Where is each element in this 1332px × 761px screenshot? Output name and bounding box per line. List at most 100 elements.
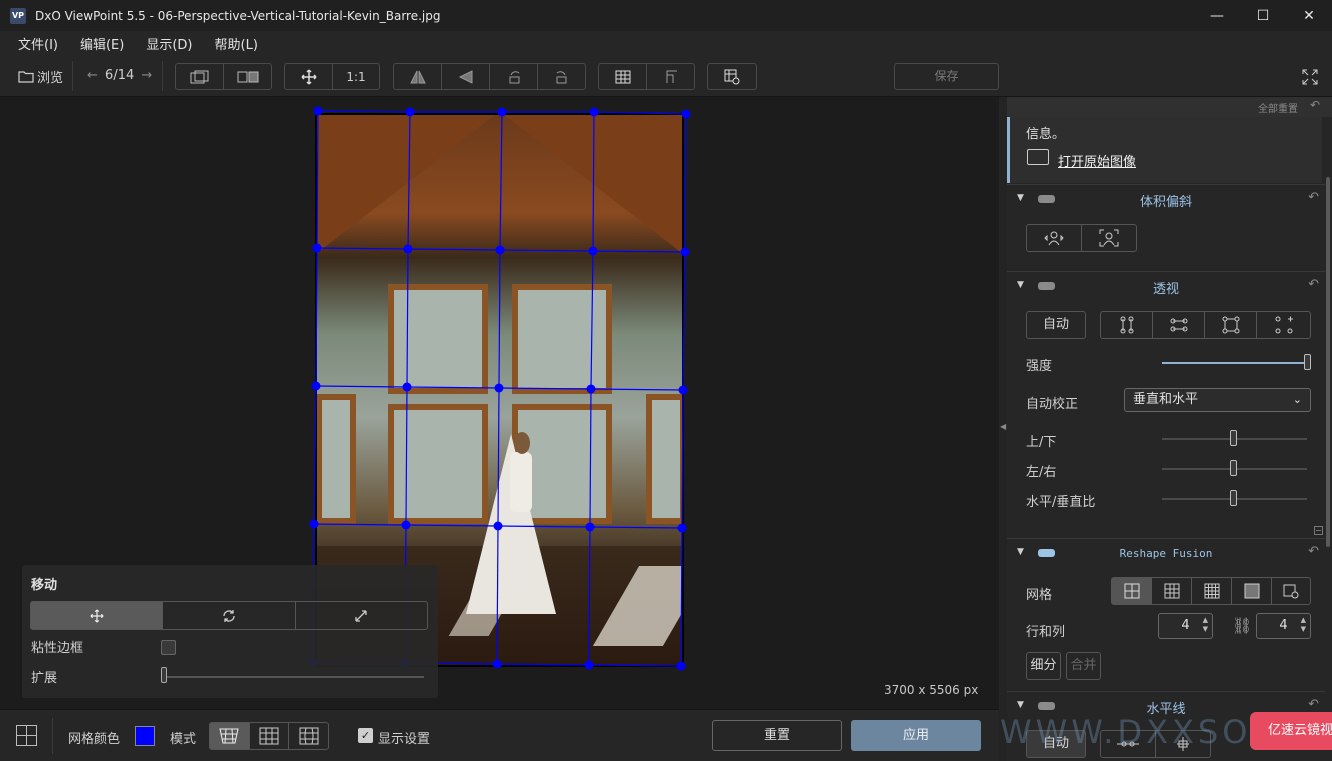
spinner-arrows-icon[interactable]: ▲ ▼ <box>1301 616 1306 634</box>
grid-toggle-button[interactable] <box>599 64 647 89</box>
perspective-8point-button[interactable] <box>1257 312 1310 338</box>
prev-image-icon[interactable]: ← <box>87 68 98 83</box>
open-original-link[interactable]: 打开原始图像 <box>1058 151 1136 170</box>
browse-button[interactable]: 浏览 <box>18 67 63 86</box>
mesh-control-point[interactable] <box>313 106 323 116</box>
grid-mode-regular[interactable] <box>250 723 290 749</box>
grid-4x4-button[interactable] <box>1192 578 1232 604</box>
mesh-control-point[interactable] <box>403 244 413 254</box>
mesh-control-point[interactable] <box>402 382 412 392</box>
pan-move-button[interactable] <box>285 64 333 89</box>
subdivide-button[interactable]: 细分 <box>1026 652 1061 680</box>
save-button[interactable]: 保存 <box>894 63 999 90</box>
mesh-control-point[interactable] <box>495 245 505 255</box>
section-reset-icon[interactable]: ↶ <box>1308 544 1319 559</box>
grid-mode-curved[interactable] <box>289 723 328 749</box>
mesh-control-point[interactable] <box>312 243 322 253</box>
expand-slider-handle[interactable] <box>161 667 167 683</box>
menu-help[interactable]: 帮助(L) <box>215 34 258 53</box>
rotate-left-button[interactable] <box>490 64 538 89</box>
section-header[interactable]: ▼ 体积偏斜 ↶ <box>1007 184 1325 212</box>
strength-slider-track[interactable] <box>1162 362 1305 364</box>
move-mode-translate[interactable] <box>31 602 164 629</box>
reset-all-button[interactable]: 全部重置 <box>1258 100 1298 115</box>
perspective-vertical-button[interactable] <box>1101 312 1153 338</box>
mesh-control-point[interactable] <box>497 107 507 117</box>
minimize-button[interactable]: — <box>1194 0 1240 31</box>
sticky-border-checkbox[interactable] <box>161 640 176 655</box>
mesh-control-point[interactable] <box>493 521 503 531</box>
left-right-slider-handle[interactable] <box>1230 460 1237 476</box>
mesh-control-point[interactable] <box>681 109 691 119</box>
mesh-control-point[interactable] <box>492 659 502 669</box>
next-image-icon[interactable]: → <box>141 68 152 83</box>
perspective-rectangle-button[interactable] <box>1205 312 1257 338</box>
section-reset-icon[interactable]: ↶ <box>1308 190 1319 205</box>
reset-button[interactable]: 重置 <box>712 720 842 751</box>
mesh-control-point[interactable] <box>494 383 504 393</box>
mesh-control-point[interactable] <box>586 384 596 394</box>
cols-input[interactable]: 4 ▲ ▼ <box>1256 613 1311 639</box>
compare-before-after-button[interactable] <box>176 64 224 89</box>
mesh-control-point[interactable] <box>401 520 411 530</box>
collapse-minus-icon[interactable]: − <box>1314 526 1323 535</box>
volume-portrait-button[interactable] <box>1082 225 1136 251</box>
undo-icon[interactable]: ↶ <box>1310 98 1320 112</box>
section-header[interactable]: ▼ 透视 ↶ <box>1007 271 1325 299</box>
rows-input[interactable]: 4 ▲ ▼ <box>1158 613 1213 639</box>
grid-3x3-button[interactable] <box>1152 578 1192 604</box>
mesh-control-point[interactable] <box>678 385 688 395</box>
section-header[interactable]: ▼ Reshape Fusion ↶ <box>1007 538 1325 566</box>
flip-horizontal-button[interactable] <box>394 64 442 89</box>
mesh-control-point[interactable] <box>676 661 686 671</box>
mesh-control-point[interactable] <box>589 107 599 117</box>
move-mode-scale[interactable] <box>296 602 427 629</box>
auto-correct-select[interactable]: 垂直和水平 ⌄ <box>1124 388 1311 412</box>
flip-vertical-button[interactable] <box>442 64 490 89</box>
menu-file[interactable]: 文件(I) <box>18 34 58 53</box>
apply-button[interactable]: 应用 <box>851 720 981 751</box>
crop-button[interactable] <box>647 64 694 89</box>
mesh-control-point[interactable] <box>585 522 595 532</box>
up-down-slider-handle[interactable] <box>1230 430 1237 446</box>
menu-view[interactable]: 显示(D) <box>146 34 192 53</box>
mesh-control-point[interactable] <box>311 381 321 391</box>
section-reset-icon[interactable]: ↶ <box>1308 697 1319 712</box>
rotate-right-button[interactable] <box>538 64 585 89</box>
export-settings-button[interactable] <box>708 64 756 89</box>
grid-custom-button[interactable] <box>1272 578 1310 604</box>
mesh-control-point[interactable] <box>677 523 687 533</box>
merge-button[interactable]: 合并 <box>1066 652 1101 680</box>
fullscreen-icon[interactable] <box>1302 69 1318 89</box>
mesh-control-point[interactable] <box>405 107 415 117</box>
move-mode-rotate[interactable] <box>163 602 296 629</box>
perspective-horizontal-button[interactable] <box>1153 312 1205 338</box>
grid-mode-perspective[interactable] <box>210 723 250 749</box>
link-chain-icon[interactable]: ⛓ <box>1232 616 1252 635</box>
grid-color-swatch[interactable] <box>135 726 155 746</box>
grid-toggle-icon[interactable] <box>16 725 37 746</box>
spinner-arrows-icon[interactable]: ▲ ▼ <box>1203 616 1208 634</box>
grid-none-button[interactable] <box>1232 578 1272 604</box>
show-settings-checkbox[interactable]: ✓ <box>358 728 373 743</box>
mesh-control-point[interactable] <box>680 247 690 257</box>
menu-edit[interactable]: 编辑(E) <box>80 34 124 53</box>
zoom-1to1-button[interactable]: 1:1 <box>333 64 379 89</box>
compare-split-button[interactable] <box>224 64 271 89</box>
panel-splitter[interactable]: ◀ <box>999 97 1007 761</box>
mesh-control-point[interactable] <box>584 660 594 670</box>
section-reset-icon[interactable]: ↶ <box>1308 277 1319 292</box>
panel-scrollbar[interactable] <box>1326 177 1330 547</box>
ratio-slider-handle[interactable] <box>1230 490 1237 506</box>
strength-slider-handle[interactable] <box>1304 354 1311 370</box>
expand-slider-track[interactable] <box>164 676 424 678</box>
mesh-control-point[interactable] <box>309 519 319 529</box>
maximize-button[interactable]: ☐ <box>1240 0 1286 31</box>
perspective-auto-button[interactable]: 自动 <box>1026 311 1086 339</box>
collapse-arrow-icon[interactable]: ◀ <box>1000 422 1006 431</box>
volume-auto-button[interactable] <box>1027 225 1082 251</box>
close-button[interactable]: ✕ <box>1286 0 1332 31</box>
mesh-control-point[interactable] <box>588 246 598 256</box>
image-canvas[interactable]: 3700 x 5506 px 移动 粘性边框 扩展 <box>0 97 999 709</box>
grid-2x2-button[interactable] <box>1112 578 1152 604</box>
